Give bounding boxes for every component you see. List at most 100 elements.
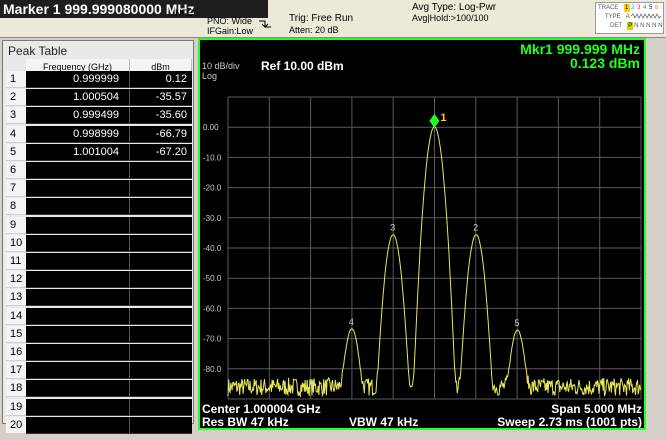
marker-readout-amp: 0.123 dBm: [569, 55, 640, 71]
dbm-cell: [130, 416, 192, 434]
table-row[interactable]: 6: [6, 162, 192, 179]
table-row[interactable]: 1 0.999999 0.12: [6, 71, 192, 88]
waveform-icon: [630, 13, 662, 20]
ifgain-label: IFGain:Low: [207, 26, 254, 36]
row-number: 10: [6, 234, 26, 252]
trace-indicator[interactable]: TRACE 123456 TYPE A DET PNNNNN: [595, 2, 664, 34]
row-number: 2: [6, 89, 26, 107]
table-row[interactable]: 18: [6, 380, 192, 398]
row-number: 20: [6, 416, 26, 434]
frequency-cell: [26, 216, 130, 234]
peak-label: 4: [349, 317, 354, 327]
y-tick-label: 0.00: [203, 123, 219, 132]
table-row[interactable]: 20: [6, 416, 192, 434]
row-number: 19: [6, 398, 26, 416]
ref-level-label: Ref 10.00 dBm: [261, 59, 344, 73]
y-tick-label: -40.0: [203, 244, 222, 253]
peak-label: 2: [473, 223, 478, 233]
table-row[interactable]: 17: [6, 362, 192, 380]
row-number: 12: [6, 271, 26, 289]
table-row[interactable]: 16: [6, 344, 192, 361]
log-label: Log: [202, 71, 218, 81]
det-letter-6: N: [658, 23, 663, 29]
row-number: 3: [6, 107, 26, 125]
peak-label: 3: [390, 223, 395, 233]
dbm-cell: [130, 253, 192, 270]
marker-label: 1: [440, 112, 446, 124]
dbm-cell: [130, 362, 192, 380]
row-number: 4: [6, 125, 26, 143]
nfe-label: NFE: [175, 8, 193, 18]
sweep-label: Sweep 2.73 ms (1001 pts): [497, 415, 642, 429]
row-number: 6: [6, 162, 26, 179]
frequency-cell: [26, 271, 130, 289]
trace-label: TRACE: [598, 5, 619, 11]
trace-num-6[interactable]: 6: [654, 4, 660, 12]
dbm-cell: -35.57: [130, 89, 192, 107]
det-label: DET: [610, 23, 622, 29]
row-number: 7: [6, 180, 26, 198]
table-row[interactable]: 2 1.000504 -35.57: [6, 89, 192, 107]
frequency-cell: [26, 398, 130, 416]
row-number: 18: [6, 380, 26, 398]
dbm-cell: [130, 325, 192, 343]
row-number: 14: [6, 307, 26, 325]
type-label: TYPE: [605, 14, 621, 20]
table-row[interactable]: 4 0.998999 -66.79: [6, 125, 192, 143]
table-row[interactable]: 9: [6, 216, 192, 234]
dbm-cell: [130, 344, 192, 361]
frequency-cell: [26, 362, 130, 380]
spectrum-plot[interactable]: 0.00 -10.0 -20.0 -30.0 -40.0 -50.0 -60.0 -70.0 -…: [200, 40, 644, 428]
spectrum-display[interactable]: 0.00 -10.0 -20.0 -30.0 -40.0 -50.0 -60.0 -70.0 -…: [198, 38, 646, 430]
frequency-cell: [26, 416, 130, 434]
frequency-cell: [26, 344, 130, 361]
dbm-cell: [130, 234, 192, 252]
frequency-cell: [26, 162, 130, 179]
row-number: 5: [6, 143, 26, 161]
y-tick-label: -10.0: [203, 153, 222, 162]
dbm-cell: -35.60: [130, 107, 192, 125]
frequency-cell: [26, 234, 130, 252]
table-row[interactable]: 5 1.001004 -67.20: [6, 143, 192, 161]
scale-label: 10 dB/div: [202, 61, 240, 71]
table-row[interactable]: 14: [6, 307, 192, 325]
avg-hold-label: Avg|Hold:>100/100: [412, 13, 489, 23]
trigger-icon: [258, 17, 272, 29]
table-row[interactable]: 12: [6, 271, 192, 289]
dbm-cell: [130, 216, 192, 234]
table-row[interactable]: 10: [6, 234, 192, 252]
rbw-label: Res BW 47 kHz: [202, 415, 289, 429]
table-row[interactable]: 7: [6, 180, 192, 198]
dbm-cell: [130, 180, 192, 198]
marker-readout: Mkr1 999.999 MHz 0.123 dBm: [520, 42, 640, 70]
frequency-cell: [26, 307, 130, 325]
peak-table-panel: Peak Table Frequency (GHz) dBm 1 0.999999 0.…: [2, 40, 194, 434]
dbm-cell: [130, 289, 192, 307]
avg-type-label: Avg Type: Log-Pwr: [412, 2, 497, 13]
right-scrollbar[interactable]: [646, 38, 666, 430]
frequency-cell: [26, 198, 130, 216]
frequency-cell: [26, 180, 130, 198]
frequency-cell: 1.000504: [26, 89, 130, 107]
marker-diamond: [429, 113, 440, 128]
vbw-label: VBW 47 kHz: [349, 415, 419, 429]
frequency-cell: 0.998999: [26, 125, 130, 143]
marker-readout-freq: Mkr1 999.999 MHz: [520, 41, 640, 57]
table-row[interactable]: 11: [6, 253, 192, 270]
table-row[interactable]: 19: [6, 398, 192, 416]
trig-label: Trig: Free Run: [289, 13, 354, 24]
type-letter: A: [625, 14, 630, 20]
row-number: 1: [6, 71, 26, 88]
frequency-cell: 1.001004: [26, 143, 130, 161]
pno-label: PNO: Wide: [207, 16, 253, 26]
table-row[interactable]: 3 0.999499 -35.60: [6, 107, 192, 125]
y-tick-label: -50.0: [203, 274, 222, 283]
dbm-cell: -66.79: [130, 125, 192, 143]
y-tick-label: -30.0: [203, 214, 222, 223]
table-row[interactable]: 13: [6, 289, 192, 307]
table-row[interactable]: 8: [6, 198, 192, 216]
table-row[interactable]: 15: [6, 325, 192, 343]
dbm-cell: [130, 198, 192, 216]
dbm-cell: [130, 271, 192, 289]
frequency-cell: 0.999999: [26, 71, 130, 88]
